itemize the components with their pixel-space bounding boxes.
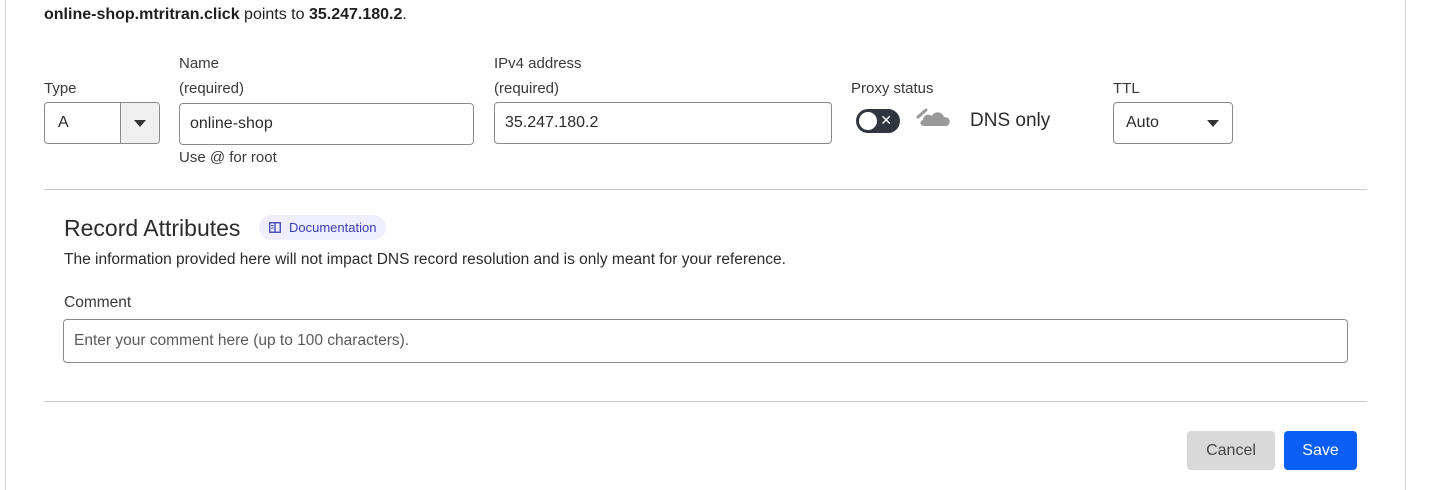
name-required-label: (required)	[179, 80, 245, 97]
ipv4-label: IPv4 address	[494, 55, 582, 72]
ttl-select[interactable]: Auto	[1113, 102, 1233, 144]
summary-target-ip: 35.247.180.2	[308, 6, 403, 23]
documentation-link[interactable]: Documentation	[259, 215, 387, 240]
book-icon	[269, 222, 281, 233]
chevron-down-icon	[1207, 120, 1219, 127]
name-label: Name	[179, 55, 220, 72]
name-input[interactable]: online-shop	[179, 103, 474, 145]
type-select[interactable]: A	[44, 102, 160, 144]
save-button[interactable]: Save	[1284, 431, 1357, 470]
proxy-status-text: DNS only	[970, 110, 1051, 131]
ipv4-input[interactable]: 35.247.180.2	[494, 102, 832, 144]
name-hint: Use @ for root	[179, 149, 277, 166]
ttl-label: TTL	[1113, 80, 1140, 97]
toggle-knob	[859, 112, 877, 130]
comment-label: Comment	[64, 294, 132, 311]
documentation-label: Documentation	[289, 220, 377, 235]
record-attributes-title: Record Attributes	[64, 215, 241, 241]
summary-points-to: points to	[239, 6, 309, 23]
summary-record-name: online-shop.mtritran.click	[44, 6, 240, 23]
ipv4-required-label: (required)	[494, 80, 560, 97]
summary-period: .	[402, 6, 407, 23]
attributes-description: The information provided here will not i…	[64, 251, 786, 268]
type-label: Type	[44, 80, 77, 97]
chevron-down-icon	[134, 119, 146, 127]
record-summary: online-shop.mtritran.click points to 35.…	[44, 6, 407, 24]
divider	[44, 189, 1367, 190]
divider	[44, 401, 1367, 402]
type-select-toggle[interactable]	[120, 103, 159, 143]
proxy-toggle[interactable]: ✕	[856, 109, 900, 133]
comment-input[interactable]	[63, 319, 1348, 363]
close-icon: ✕	[880, 113, 892, 129]
type-select-value: A	[58, 114, 69, 131]
cancel-button[interactable]: Cancel	[1187, 431, 1275, 470]
proxy-status-label: Proxy status	[851, 80, 934, 97]
ttl-select-value: Auto	[1126, 114, 1159, 131]
cloud-icon	[916, 108, 950, 126]
